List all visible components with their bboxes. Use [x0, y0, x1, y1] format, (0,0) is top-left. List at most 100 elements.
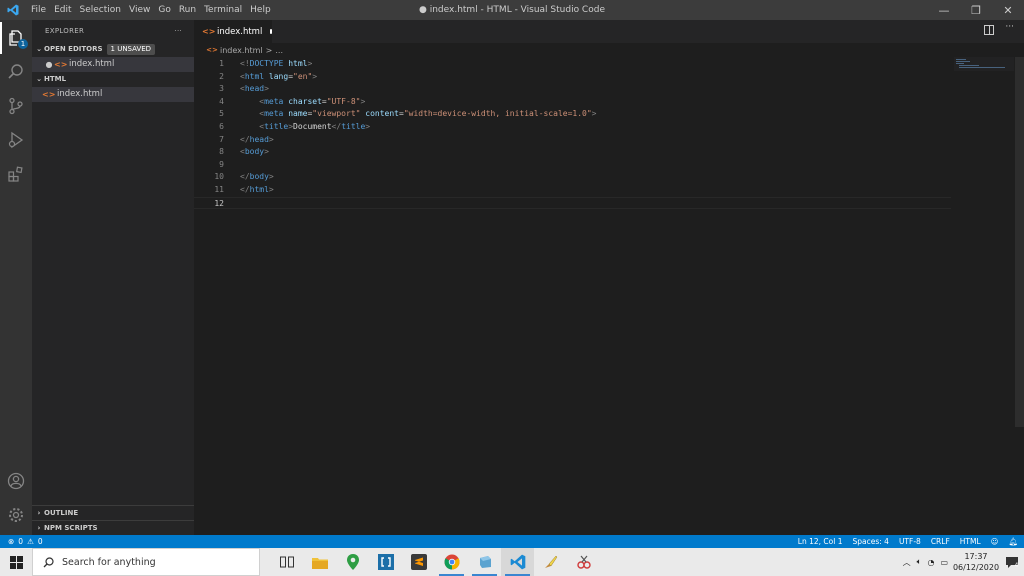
dirty-dot-icon[interactable]: ●	[44, 57, 54, 72]
sublime-text-icon[interactable]	[402, 548, 435, 576]
open-editor-filename: index.html	[69, 59, 115, 69]
tray-chevron-up-icon[interactable]: ︿	[903, 557, 911, 568]
breadcrumb-file[interactable]: index.html	[220, 46, 263, 55]
code-line[interactable]: 1 <!DOCTYPE html>	[194, 58, 951, 71]
code-token: </	[240, 185, 250, 194]
code-token: >	[591, 109, 597, 119]
maximize-button[interactable]: ❐	[960, 0, 992, 20]
file-tree-filename: index.html	[57, 89, 103, 99]
paint-app-icon[interactable]	[534, 548, 567, 576]
notifications-bell-icon[interactable]: 🔔︎	[1008, 537, 1018, 546]
encoding[interactable]: UTF-8	[899, 537, 921, 546]
file-explorer-icon[interactable]	[303, 548, 336, 576]
start-windows-icon[interactable]	[0, 548, 32, 576]
window-controls: — ❐ ✕	[928, 0, 1024, 20]
code-line[interactable]: 7 </head>	[194, 134, 951, 147]
code-line[interactable]: 12	[194, 196, 951, 210]
line-number: 11	[214, 185, 224, 194]
npm-scripts-section[interactable]: › NPM SCRIPTS	[32, 520, 194, 536]
cursor-position[interactable]: Ln 12, Col 1	[798, 537, 843, 546]
minimize-button[interactable]: —	[928, 0, 960, 20]
line-number: 10	[214, 172, 224, 182]
code-line[interactable]: 3 <head>	[194, 83, 951, 96]
line-number: 12	[214, 198, 224, 208]
editor-scrollbar[interactable]	[1015, 57, 1024, 427]
tab-index-html[interactable]: <> index.html	[194, 20, 272, 43]
virtualbox-icon[interactable]	[468, 548, 501, 576]
line-number: 5	[219, 109, 224, 119]
npm-scripts-label: NPM SCRIPTS	[44, 524, 98, 532]
menu-view[interactable]: View	[125, 0, 154, 20]
split-editor-icon[interactable]	[984, 25, 994, 35]
code-line[interactable]: 5 <meta name="viewport" content="width=d…	[194, 108, 951, 121]
file-tree-item[interactable]: <> index.html	[32, 87, 194, 102]
menu-go[interactable]: Go	[154, 0, 174, 20]
volume-icon[interactable]: 🔈︎	[917, 557, 922, 567]
code-line[interactable]: 9	[194, 159, 951, 172]
search-icon[interactable]	[0, 56, 32, 88]
code-line[interactable]: 4 <meta charset="UTF-8">	[194, 96, 951, 109]
code-token: DOCTYPE	[249, 59, 284, 68]
open-editors-section[interactable]: ⌄ OPEN EDITORS 1 UNSAVED	[32, 42, 194, 57]
line-ending[interactable]: CRLF	[931, 537, 950, 546]
code-text: <head>	[240, 83, 269, 96]
menu-file[interactable]: File	[27, 0, 50, 20]
code-line[interactable]: 6 <title>Document</title>	[194, 121, 951, 134]
accounts-icon[interactable]	[0, 465, 32, 497]
code-token: html	[288, 59, 308, 68]
close-button[interactable]: ✕	[992, 0, 1024, 20]
problems-indicator[interactable]: ⊗ 0 ⚠ 0	[0, 537, 43, 546]
breadcrumb-separator: >	[265, 45, 273, 55]
explorer-icon[interactable]: 1	[0, 22, 32, 54]
code-line[interactable]: 8 <body>	[194, 146, 951, 159]
settings-gear-icon[interactable]	[0, 499, 32, 531]
minimap[interactable]	[954, 57, 1014, 71]
language-mode[interactable]: HTML	[960, 537, 981, 546]
unsaved-dot-icon[interactable]	[270, 29, 272, 34]
taskbar-apps	[270, 548, 600, 576]
maps-app-icon[interactable]	[336, 548, 369, 576]
taskbar-search-box[interactable]: Search for anything	[32, 548, 260, 576]
brackets-editor-icon[interactable]	[369, 548, 402, 576]
menu-edit[interactable]: Edit	[50, 0, 75, 20]
wifi-icon[interactable]: ◔	[927, 558, 934, 567]
code-line[interactable]: 2 <html lang="en">	[194, 71, 951, 84]
battery-icon[interactable]: ▭	[940, 558, 948, 567]
code-line[interactable]: 10 </body>	[194, 171, 951, 184]
outline-section[interactable]: › OUTLINE	[32, 505, 194, 521]
code-token: >	[360, 96, 366, 106]
open-editor-item[interactable]: ● <> index.html	[32, 57, 194, 72]
explorer-badge: 1	[18, 39, 28, 49]
sidebar-more-button[interactable]: ···	[174, 20, 182, 42]
sidebar-header: EXPLORER ···	[32, 20, 194, 42]
more-actions-icon[interactable]: ···	[1005, 22, 1014, 32]
indentation[interactable]: Spaces: 4	[852, 537, 888, 546]
menu-selection[interactable]: Selection	[76, 0, 125, 20]
code-token: meta	[264, 109, 284, 119]
action-center-icon[interactable]: 4	[1000, 548, 1024, 576]
code-line[interactable]: 11 </html>	[194, 184, 951, 197]
extensions-icon[interactable]	[0, 158, 32, 190]
menu-terminal[interactable]: Terminal	[200, 0, 246, 20]
menu-help[interactable]: Help	[246, 0, 275, 20]
code-editor[interactable]: 1 <!DOCTYPE html> 2 <html lang="en"> 3 <head>…	[194, 57, 1024, 535]
task-view-icon[interactable]	[270, 548, 303, 576]
vscode-logo-icon	[3, 0, 23, 20]
feedback-icon[interactable]: ☺	[991, 537, 999, 546]
menu-run[interactable]: Run	[175, 0, 200, 20]
clock[interactable]: 17:37 06/12/2020	[952, 551, 1000, 573]
breadcrumb-rest[interactable]: ...	[275, 46, 283, 55]
line-number: 7	[219, 134, 224, 144]
folder-section-html[interactable]: ⌄ HTML	[32, 72, 194, 87]
source-control-icon[interactable]	[0, 90, 32, 122]
chrome-browser-icon[interactable]	[435, 548, 468, 576]
code-text: </body>	[240, 171, 274, 184]
outline-label: OUTLINE	[44, 509, 79, 517]
run-debug-icon[interactable]	[0, 124, 32, 156]
code-token: >	[312, 71, 318, 81]
code-token: title	[341, 122, 366, 131]
vscode-taskbar-icon[interactable]	[501, 548, 534, 576]
code-token: html	[249, 185, 269, 194]
snipping-tool-icon[interactable]	[567, 548, 600, 576]
